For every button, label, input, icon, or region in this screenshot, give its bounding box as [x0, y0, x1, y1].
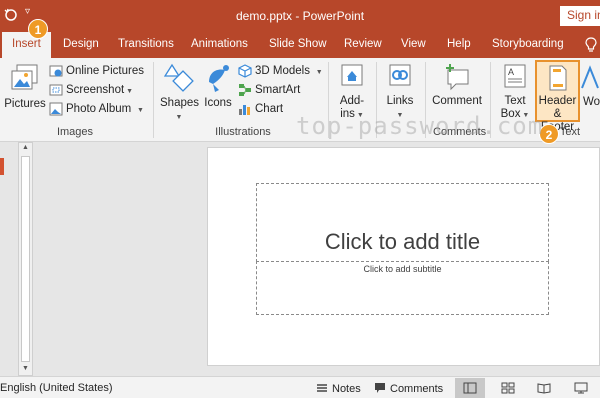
document-title: demo.pptx - PowerPoint: [235, 9, 365, 23]
reading-view-icon: [537, 383, 551, 394]
ribbon-tabs: Insert Design Transitions Animations Sli…: [0, 32, 600, 58]
group-separator: [153, 62, 154, 138]
tab-storyboarding[interactable]: Storyboarding: [492, 38, 564, 50]
tab-design[interactable]: Design: [63, 38, 99, 50]
shapes-icon: [163, 63, 194, 92]
tab-view[interactable]: View: [401, 38, 426, 50]
notes-button[interactable]: Notes: [316, 382, 361, 395]
lightbulb-icon[interactable]: [584, 37, 598, 53]
slide-sorter-button[interactable]: [493, 378, 523, 398]
text-box-label-1: Text: [504, 95, 526, 107]
screenshot-icon: [49, 84, 63, 96]
wordart-button[interactable]: [580, 64, 600, 95]
scrollbar-thumb[interactable]: [21, 156, 30, 362]
status-bar: English (United States) Notes Comments: [0, 376, 600, 398]
slide-sorter-icon: [501, 382, 515, 394]
photo-album-button[interactable]: Photo Album ▼: [49, 100, 144, 118]
add-ins-icon: [341, 64, 363, 86]
links-label: Links: [386, 95, 414, 107]
screenshot-button[interactable]: Screenshot ▼: [49, 81, 133, 99]
svg-text:A: A: [508, 67, 514, 77]
add-ins-label-line1: Add-: [339, 95, 365, 107]
3d-models-button[interactable]: 3D Models ▼: [238, 62, 323, 80]
chevron-down-icon: ▼: [124, 88, 134, 95]
notes-label: Notes: [332, 383, 361, 395]
tab-animations[interactable]: Animations: [191, 38, 248, 50]
chart-icon: [239, 104, 250, 115]
group-label-images: Images: [56, 126, 94, 138]
smartart-button[interactable]: SmartArt: [238, 81, 300, 99]
chevron-down-icon: ▼: [175, 114, 183, 121]
3d-models-icon: [238, 64, 252, 78]
shapes-label: Shapes: [160, 97, 200, 109]
subtitle-placeholder[interactable]: Click to add subtitle: [256, 261, 549, 315]
title-bar: ▿ demo.pptx - PowerPoint Sign in: [0, 0, 600, 32]
icons-label: Icons: [204, 97, 232, 109]
online-pictures-label: Online Pictures: [66, 65, 144, 77]
links-icon: [389, 64, 411, 86]
shapes-button[interactable]: Shapes ▼: [160, 62, 200, 122]
normal-view-icon: [463, 382, 477, 394]
tab-slide-show[interactable]: Slide Show: [269, 38, 327, 50]
header-footer-label-1: Header: [538, 95, 577, 107]
wordart-icon: [581, 65, 599, 89]
chevron-down-icon: ▼: [309, 69, 323, 76]
smartart-icon: [239, 83, 251, 96]
pictures-label: Pictures: [4, 98, 46, 110]
title-placeholder-text: Click to add title: [324, 229, 481, 254]
comments-icon: [375, 383, 385, 393]
pictures-icon: [11, 64, 38, 90]
tab-review[interactable]: Review: [344, 38, 382, 50]
comment-label: Comment: [432, 95, 482, 107]
reading-view-button[interactable]: [529, 378, 559, 398]
slide-show-icon: [574, 382, 588, 394]
comment-button[interactable]: Comment: [431, 62, 483, 108]
language-indicator[interactable]: English (United States): [0, 382, 113, 394]
watermark: top-password.com: [296, 112, 544, 140]
group-label-illustrations: Illustrations: [215, 126, 271, 138]
scroll-down-icon[interactable]: ▼: [22, 365, 29, 372]
wordart-label: Wo: [583, 96, 600, 108]
icons-icon: [209, 65, 229, 92]
scroll-up-icon[interactable]: ▲: [22, 144, 29, 151]
sign-in-button[interactable]: Sign in: [560, 6, 600, 26]
notes-icon: [317, 384, 327, 392]
slide-show-view-button[interactable]: [566, 378, 596, 398]
pictures-button[interactable]: Pictures: [4, 63, 46, 111]
thumbnail-scrollbar[interactable]: ▲ ▼: [18, 142, 33, 376]
subtitle-placeholder-text: Click to add subtitle: [363, 264, 442, 274]
photo-album-label: Photo Album: [66, 103, 132, 115]
chart-button[interactable]: Chart: [238, 100, 283, 118]
tab-transitions[interactable]: Transitions: [118, 38, 174, 50]
chart-label: Chart: [255, 103, 284, 115]
new-comment-icon: [446, 64, 469, 91]
normal-view-button[interactable]: [455, 378, 485, 398]
comments-button[interactable]: Comments: [374, 382, 443, 395]
header-footer-icon: [549, 65, 567, 91]
text-box-icon: A: [504, 64, 526, 88]
3d-models-label: 3D Models: [255, 65, 310, 77]
icons-button[interactable]: Icons: [201, 62, 235, 110]
step-1-badge: 1: [28, 19, 48, 39]
online-pictures-button[interactable]: Online Pictures: [49, 62, 144, 80]
photo-album-icon: [49, 102, 63, 116]
chevron-down-icon: ▼: [131, 107, 144, 114]
comments-label: Comments: [390, 383, 444, 395]
title-placeholder[interactable]: Click to add title: [256, 183, 549, 262]
tab-help[interactable]: Help: [447, 38, 471, 50]
smartart-label: SmartArt: [255, 84, 301, 96]
online-pictures-icon: [49, 65, 63, 77]
screenshot-label: Screenshot: [66, 84, 125, 96]
selected-slide-marker[interactable]: [0, 158, 4, 175]
